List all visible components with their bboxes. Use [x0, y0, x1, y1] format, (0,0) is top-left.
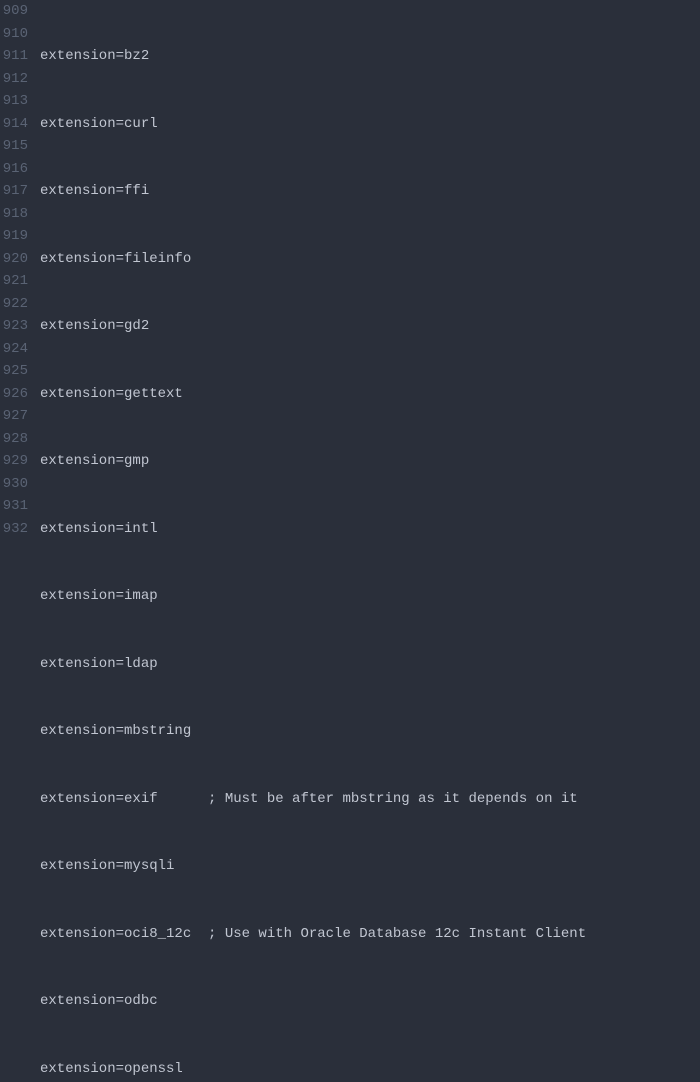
line-number: 911 — [0, 45, 28, 68]
line-number: 926 — [0, 383, 28, 406]
code-line[interactable]: extension=bz2 — [40, 45, 700, 68]
line-number-gutter: 909 910 911 912 913 914 915 916 917 918 … — [0, 0, 40, 1082]
line-number: 915 — [0, 135, 28, 158]
line-number: 914 — [0, 113, 28, 136]
code-line[interactable]: extension=ldap — [40, 653, 700, 676]
line-number: 917 — [0, 180, 28, 203]
line-number: 932 — [0, 518, 28, 541]
code-line[interactable]: extension=curl — [40, 113, 700, 136]
code-editor[interactable]: 909 910 911 912 913 914 915 916 917 918 … — [0, 0, 700, 1082]
line-number: 913 — [0, 90, 28, 113]
line-number: 924 — [0, 338, 28, 361]
code-line[interactable]: extension=fileinfo — [40, 248, 700, 271]
line-number: 923 — [0, 315, 28, 338]
line-number: 920 — [0, 248, 28, 271]
code-line[interactable]: extension=gmp — [40, 450, 700, 473]
code-line[interactable]: extension=mysqli — [40, 855, 700, 878]
line-number: 912 — [0, 68, 28, 91]
line-number: 909 — [0, 0, 28, 23]
code-line[interactable]: extension=exif ; Must be after mbstring … — [40, 788, 700, 811]
code-line[interactable]: extension=ffi — [40, 180, 700, 203]
line-number: 919 — [0, 225, 28, 248]
code-line[interactable]: extension=mbstring — [40, 720, 700, 743]
line-number: 922 — [0, 293, 28, 316]
code-line[interactable]: extension=intl — [40, 518, 700, 541]
line-number: 928 — [0, 428, 28, 451]
line-number: 921 — [0, 270, 28, 293]
code-content[interactable]: extension=bz2 extension=curl extension=f… — [40, 0, 700, 1082]
line-number: 930 — [0, 473, 28, 496]
code-line[interactable]: extension=gettext — [40, 383, 700, 406]
code-line[interactable]: extension=odbc — [40, 990, 700, 1013]
code-line[interactable]: extension=gd2 — [40, 315, 700, 338]
line-number: 918 — [0, 203, 28, 226]
line-number: 927 — [0, 405, 28, 428]
line-number: 925 — [0, 360, 28, 383]
code-line[interactable]: extension=oci8_12c ; Use with Oracle Dat… — [40, 923, 700, 946]
code-line[interactable]: extension=openssl — [40, 1058, 700, 1081]
code-line[interactable]: extension=imap — [40, 585, 700, 608]
line-number: 929 — [0, 450, 28, 473]
line-number: 910 — [0, 23, 28, 46]
line-number: 916 — [0, 158, 28, 181]
line-number: 931 — [0, 495, 28, 518]
